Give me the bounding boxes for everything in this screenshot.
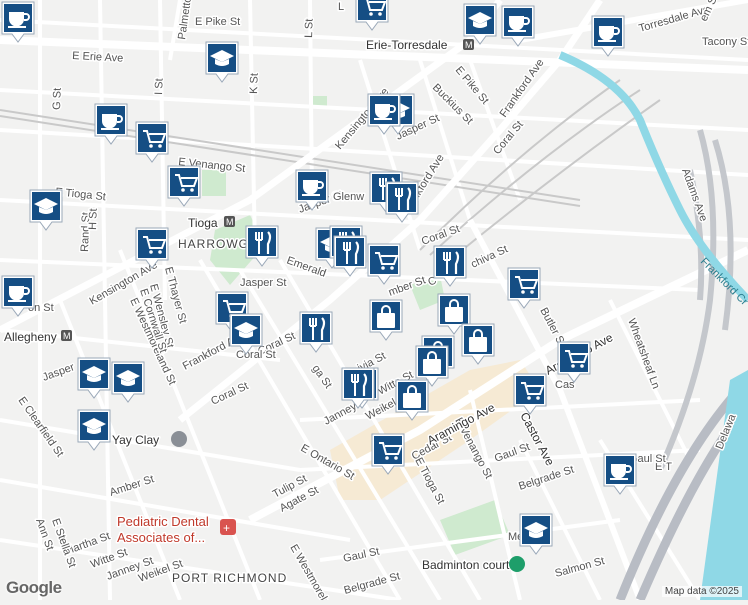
fork-knife-icon	[341, 367, 375, 409]
shopping-cart-marker[interactable]	[166, 164, 202, 208]
shopping-cart-icon	[135, 227, 169, 269]
school-cap-marker[interactable]	[204, 40, 240, 84]
coffee-cup-marker[interactable]	[0, 274, 36, 318]
shopping-cart-marker[interactable]	[354, 0, 390, 32]
shopping-cart-marker[interactable]	[134, 120, 170, 164]
svg-text:L: L	[338, 1, 344, 13]
school-cap-icon	[463, 3, 497, 45]
shopping-cart-icon	[507, 267, 541, 309]
svg-text:M: M	[63, 331, 71, 341]
school-cap-icon	[77, 409, 111, 451]
area-port-richmond: PORT RICHMOND	[172, 571, 287, 585]
fork-knife-icon	[433, 245, 467, 287]
shopping-bag-icon	[461, 323, 495, 365]
svg-text:L St: L St	[303, 19, 316, 39]
svg-text:G St: G St	[51, 88, 64, 110]
coffee-cup-marker[interactable]	[500, 4, 536, 48]
coffee-cup-marker[interactable]	[294, 168, 330, 212]
shopping-cart-icon	[167, 165, 201, 207]
school-cap-marker[interactable]	[76, 356, 112, 400]
place-yay-clay: Yay Clay	[112, 433, 159, 447]
svg-text:M: M	[226, 217, 234, 227]
coffee-cup-icon	[94, 103, 128, 145]
shopping-bag-icon	[395, 379, 429, 421]
school-cap-marker[interactable]	[228, 312, 264, 356]
station-tioga: Tioga	[188, 216, 218, 230]
shopping-bag-marker[interactable]	[394, 378, 430, 422]
shopping-cart-marker[interactable]	[370, 432, 406, 476]
map-attribution[interactable]: Map data ©2025	[661, 586, 742, 597]
svg-text:Jasper St: Jasper St	[240, 277, 286, 289]
coffee-cup-icon	[295, 169, 329, 211]
shopping-cart-marker[interactable]	[134, 226, 170, 270]
fork-knife-icon	[333, 235, 367, 277]
shopping-cart-icon	[355, 0, 389, 31]
svg-text:Tacony St: Tacony St	[702, 36, 748, 48]
shopping-bag-marker[interactable]	[460, 322, 496, 366]
svg-text:Glenw: Glenw	[333, 191, 364, 203]
place-badminton: Badminton court	[422, 558, 510, 572]
coffee-cup-icon	[591, 15, 625, 57]
coffee-cup-marker[interactable]	[366, 92, 402, 136]
coffee-cup-marker[interactable]	[93, 102, 129, 146]
school-place-icon	[171, 431, 187, 447]
coffee-cup-marker[interactable]	[590, 14, 626, 58]
coffee-cup-icon	[367, 93, 401, 135]
school-cap-marker[interactable]	[462, 2, 498, 46]
school-cap-marker[interactable]	[110, 360, 146, 404]
school-cap-icon	[77, 357, 111, 399]
fork-knife-marker[interactable]	[298, 310, 334, 354]
fork-knife-marker[interactable]	[384, 180, 420, 224]
svg-text:K St: K St	[248, 73, 261, 94]
coffee-cup-icon	[603, 453, 637, 495]
park-tioga	[202, 170, 226, 196]
coffee-cup-icon	[501, 5, 535, 47]
school-cap-icon	[205, 41, 239, 83]
school-cap-marker[interactable]	[76, 408, 112, 452]
svg-text:+: +	[223, 521, 230, 535]
shopping-cart-icon	[513, 373, 547, 415]
school-cap-icon	[519, 513, 553, 555]
fork-knife-marker[interactable]	[432, 244, 468, 288]
shopping-cart-marker[interactable]	[556, 340, 592, 384]
area-harrowgate: HARROWG	[178, 237, 249, 251]
shopping-cart-icon	[371, 433, 405, 475]
place-pediatric-dental-1: Pediatric Dental	[117, 514, 209, 529]
shopping-cart-icon	[557, 341, 591, 383]
coffee-cup-marker[interactable]	[0, 0, 36, 44]
park-pin-icon	[509, 556, 525, 572]
shopping-cart-icon	[367, 243, 401, 285]
svg-text:I St: I St	[153, 78, 166, 95]
station-erie-torresdale: Erie-Torresdale	[366, 38, 448, 52]
shopping-cart-marker[interactable]	[366, 242, 402, 286]
fork-knife-marker[interactable]	[340, 366, 376, 410]
coffee-cup-icon	[1, 275, 35, 317]
fork-knife-icon	[245, 225, 279, 267]
shopping-bag-marker[interactable]	[368, 298, 404, 342]
svg-text:E Pike St: E Pike St	[195, 16, 240, 28]
coffee-cup-marker[interactable]	[602, 452, 638, 496]
fork-knife-marker[interactable]	[332, 234, 368, 278]
fork-knife-marker[interactable]	[244, 224, 280, 268]
place-pediatric-dental-2: Associates of...	[117, 530, 205, 545]
shopping-cart-marker[interactable]	[512, 372, 548, 416]
shopping-bag-icon	[369, 299, 403, 341]
google-logo: Google	[6, 578, 62, 597]
shopping-cart-icon	[135, 121, 169, 163]
school-cap-icon	[111, 361, 145, 403]
school-cap-icon	[29, 189, 63, 231]
school-cap-marker[interactable]	[518, 512, 554, 556]
shopping-cart-marker[interactable]	[506, 266, 542, 310]
station-allegheny: Allegheny	[4, 330, 57, 344]
fork-knife-icon	[385, 181, 419, 223]
map-canvas[interactable]: HARROWG PORT RICHMOND Erie-Torresdale M …	[0, 0, 748, 605]
fork-knife-icon	[299, 311, 333, 353]
school-cap-marker[interactable]	[28, 188, 64, 232]
school-cap-icon	[229, 313, 263, 355]
svg-text:H St: H St	[87, 208, 100, 230]
coffee-cup-icon	[1, 1, 35, 43]
